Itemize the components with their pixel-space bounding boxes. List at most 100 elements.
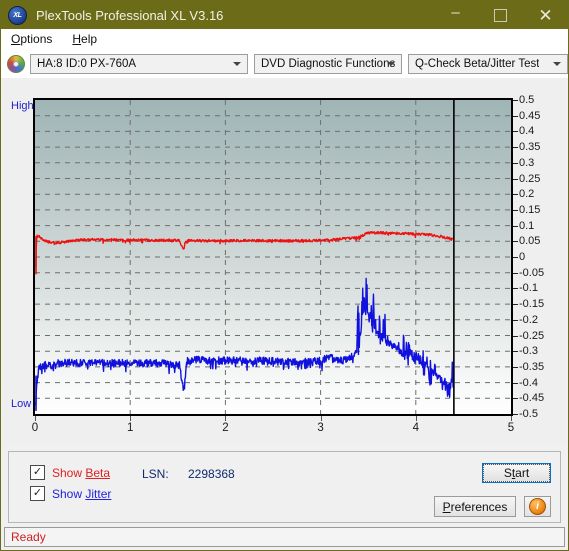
info-icon: i	[529, 498, 546, 515]
drive-select[interactable]: HA:8 ID:0 PX-760A	[30, 53, 248, 74]
minimize-button[interactable]: –	[433, 1, 478, 29]
window-title: PlexTools Professional XL V3.16	[36, 7, 224, 23]
toolbar: HA:8 ID:0 PX-760A DVD Diagnostic Functio…	[1, 49, 568, 78]
y-axis-tick-label: -0.35	[519, 360, 545, 373]
series-jitter-line	[35, 277, 455, 406]
start-button[interactable]: St art	[482, 463, 551, 483]
start-button-inner: St art	[483, 464, 550, 482]
chart-panel: High Low 0.5 0.45 0.4 0.35 0.3 0.25 0.2 0.15 0.1…	[3, 80, 566, 444]
y-axis-tick-mark	[513, 288, 518, 290]
chevron-down-icon	[553, 61, 561, 66]
show-beta-key: Beta	[85, 465, 111, 480]
show-beta-label: Show Beta	[52, 466, 110, 480]
close-button[interactable]: ✕	[523, 1, 568, 29]
y-axis-tick-mark	[513, 366, 518, 368]
chevron-down-icon	[233, 61, 241, 66]
show-jitter-row[interactable]: ✓ Show Jitter	[30, 486, 111, 501]
y-axis-tick-mark	[513, 319, 518, 321]
y-axis-tick-label: 0.15	[519, 203, 541, 216]
y-axis-tick-label: 0.5	[519, 94, 535, 106]
y-axis-tick-label: 0.25	[519, 172, 541, 185]
x-axis-tick-mark	[320, 416, 322, 421]
x-axis-tick-mark	[511, 416, 512, 421]
plot-area	[33, 98, 513, 416]
x-axis-tick-label: 0	[31, 422, 39, 434]
y-axis-tick-label: 0.2	[519, 188, 535, 201]
y-axis-tick-mark	[513, 209, 518, 211]
y-axis-tick-label: -0.5	[519, 408, 538, 420]
show-beta-checkbox[interactable]: ✓	[30, 465, 45, 480]
options-panel: ✓ Show Beta ✓ Show Jitter LSN: 2298368 S…	[8, 451, 561, 523]
optical-disc-icon	[7, 54, 25, 73]
x-axis-tick-mark	[415, 416, 417, 421]
check-icon: ✓	[32, 487, 43, 499]
maximize-icon	[494, 8, 507, 22]
axis-label-low: Low	[11, 398, 32, 410]
status-bar: Ready	[4, 527, 565, 547]
lsn-label: LSN:	[142, 467, 169, 481]
y-axis-tick-mark	[513, 194, 518, 196]
y-axis-tick-label: -0.25	[519, 329, 545, 342]
application-window: XL PlexTools Professional XL V3.16 – ✕ O…	[0, 0, 569, 551]
y-axis-tick-label: 0.3	[519, 156, 535, 169]
check-icon: ✓	[32, 466, 43, 478]
y-axis-tick-mark	[513, 304, 518, 306]
status-text: Ready	[11, 530, 46, 544]
series-beta-line	[35, 230, 455, 268]
y-axis-tick-label: 0.05	[519, 235, 541, 248]
function-select-value: DVD Diagnostic Functions	[261, 57, 396, 70]
maximize-button[interactable]	[478, 1, 523, 29]
show-jitter-key: Jitter	[85, 486, 112, 501]
preferences-accel: P	[442, 499, 451, 514]
show-jitter-prefix: Show	[52, 486, 86, 501]
info-button[interactable]: i	[524, 496, 551, 517]
plot-svg	[35, 100, 511, 414]
function-select[interactable]: DVD Diagnostic Functions	[254, 53, 402, 74]
y-axis-tick-mark	[513, 351, 518, 353]
x-axis-tick-label: 1	[126, 422, 134, 434]
show-jitter-checkbox[interactable]: ✓	[30, 486, 45, 501]
show-beta-row[interactable]: ✓ Show Beta	[30, 465, 110, 480]
menu-help-accel: H	[72, 32, 82, 46]
test-select-value: Q-Check Beta/Jitter Test	[415, 57, 540, 70]
title-bar: XL PlexTools Professional XL V3.16 – ✕	[1, 1, 568, 29]
y-axis-tick-mark	[513, 147, 518, 149]
start-prefix: S	[503, 466, 512, 480]
y-axis-tick-mark	[513, 398, 518, 400]
y-axis-tick-label: -0.15	[519, 298, 545, 311]
x-axis-tick-label: 5	[507, 422, 515, 434]
close-icon: ✕	[538, 5, 553, 25]
y-axis-tick-mark	[513, 178, 518, 180]
y-axis-tick-label: 0.1	[519, 219, 535, 232]
y-axis-tick-mark	[513, 100, 518, 101]
y-axis-tick-label: 0.4	[519, 125, 535, 138]
y-axis-tick-label: -0.3	[519, 345, 538, 358]
y-axis-tick-mark	[513, 414, 518, 415]
x-axis-tick-mark	[225, 416, 227, 421]
y-axis-tick-mark	[513, 257, 518, 258]
y-axis-tick-label: 0.35	[519, 141, 541, 154]
minimize-icon: –	[451, 3, 460, 21]
start-suffix: art	[515, 466, 530, 480]
y-axis-tick-label: -0.45	[519, 392, 545, 405]
chevron-down-icon	[387, 61, 395, 66]
menu-options-accel: O	[11, 32, 21, 46]
y-axis-tick-mark	[513, 225, 518, 227]
preferences-button[interactable]: Preferences	[434, 496, 516, 517]
menu-help-rest: elp	[81, 32, 98, 46]
x-axis-tick-mark	[130, 416, 132, 421]
x-axis-tick-label: 4	[412, 422, 419, 434]
menu-item-help[interactable]: Help	[62, 29, 107, 49]
test-select[interactable]: Q-Check Beta/Jitter Test	[408, 53, 568, 74]
show-beta-prefix: Show	[52, 465, 86, 480]
menu-bar: Options Help	[1, 29, 568, 49]
show-jitter-label: Show Jitter	[52, 487, 111, 501]
y-axis-tick-mark	[513, 131, 518, 133]
y-axis-tick-mark	[513, 115, 518, 117]
y-axis-tick-mark	[513, 241, 518, 243]
menu-item-options[interactable]: Options	[1, 29, 62, 49]
y-axis-tick-mark	[513, 382, 518, 384]
x-axis-tick-label: 2	[222, 422, 229, 434]
y-axis-tick-mark	[513, 335, 518, 337]
y-axis-tick-label: 0	[519, 251, 526, 263]
